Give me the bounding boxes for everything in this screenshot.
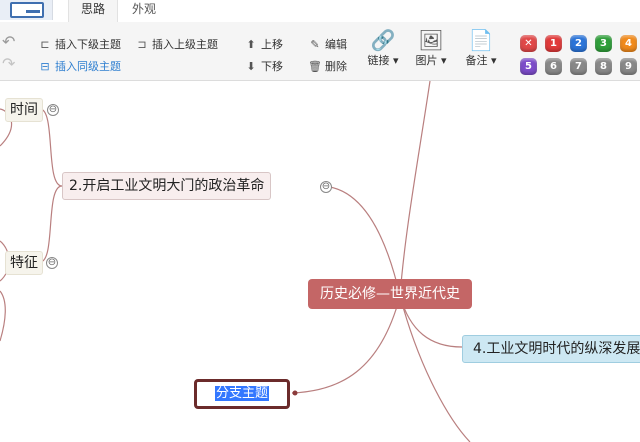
- image-icon: 🖼: [418, 28, 444, 52]
- root-topic[interactable]: 历史必修—世界近代史: [308, 279, 472, 309]
- insert-child-icon: ⊏: [40, 37, 50, 51]
- delete-button[interactable]: 🗑 删除: [308, 58, 347, 74]
- app-logo[interactable]: [0, 0, 53, 20]
- priority-icon[interactable]: 9: [620, 58, 637, 75]
- insert-child-button[interactable]: ⊏ 插入下级主题: [38, 36, 121, 52]
- move-down-button[interactable]: ⬇ 下移: [244, 58, 283, 74]
- topic-political-revolution[interactable]: 2.开启工业文明大门的政治革命: [62, 172, 272, 200]
- insert-parent-icon: ⊐: [137, 37, 147, 51]
- image-button[interactable]: 🖼 图片 ▾: [411, 28, 451, 68]
- undo-icon[interactable]: ↶: [2, 32, 15, 51]
- redo-icon[interactable]: ↷: [2, 54, 15, 73]
- connector-new-topic: [291, 295, 401, 394]
- priority-icon[interactable]: 6: [545, 58, 562, 75]
- arrow-up-icon: ⬆: [246, 37, 256, 51]
- collapse-icon[interactable]: ⊖: [46, 257, 58, 269]
- collapse-icon[interactable]: ⊖: [320, 181, 332, 193]
- move-up-button[interactable]: ⬆ 上移: [244, 36, 283, 52]
- collapse-icon[interactable]: ⊖: [47, 104, 59, 116]
- priority-icon[interactable]: 4: [620, 35, 637, 52]
- connector-side-time: [39, 108, 63, 187]
- trash-icon: 🗑: [308, 59, 322, 73]
- connector-side-feature: [39, 185, 63, 263]
- priority-icon[interactable]: 5: [520, 58, 537, 75]
- connection-lines: [0, 81, 471, 442]
- arrow-down-icon: ⬇: [246, 59, 256, 73]
- side-node-feature[interactable]: 特征: [5, 251, 43, 275]
- insert-sibling-button[interactable]: ⊟ 插入同级主题: [38, 58, 121, 74]
- insert-sibling-icon: ⊟: [40, 59, 50, 73]
- priority-icon[interactable]: 1: [545, 35, 562, 52]
- note-button[interactable]: 📄 备注 ▾: [461, 28, 501, 68]
- link-button[interactable]: 🔗 链接 ▾: [363, 28, 403, 68]
- side-node-time[interactable]: 时间: [5, 98, 43, 122]
- link-icon: 🔗: [370, 28, 396, 52]
- new-topic-anchor: [292, 390, 298, 396]
- note-icon: 📄: [468, 28, 494, 52]
- edit-icon: ✎: [310, 37, 320, 51]
- connector-bottom: [399, 295, 471, 442]
- toolbar: ↶ ↷ ⊏ 插入下级主题 ⊐ 插入上级主题 ⊟ 插入同级主题 ⬆ 上移 ⬇ 下移…: [0, 22, 640, 81]
- edit-button[interactable]: ✎ 编辑: [308, 36, 347, 52]
- new-topic-text[interactable]: 分支主题: [214, 386, 269, 401]
- topic-industrial-development[interactable]: 4.工业文明时代的纵深发展: [462, 335, 640, 363]
- priority-icon[interactable]: 8: [595, 58, 612, 75]
- connector-left-edge-3: [0, 290, 6, 342]
- priority-icon[interactable]: 3: [595, 35, 612, 52]
- priority-icon[interactable]: 2: [570, 35, 587, 52]
- priority-icon[interactable]: 7: [570, 58, 587, 75]
- insert-parent-button[interactable]: ⊐ 插入上级主题: [135, 36, 218, 52]
- connector-top: [399, 81, 431, 297]
- tab-appearance[interactable]: 外观: [120, 0, 168, 22]
- remove-priority-icon[interactable]: ✕: [520, 35, 537, 52]
- new-topic-editor[interactable]: 分支主题: [194, 379, 290, 409]
- mindmap-canvas[interactable]: 时间 ⊖ 特征 ⊖ 2.开启工业文明大门的政治革命 ⊖ 历史必修—世界近代史 4…: [0, 81, 640, 442]
- top-bar: 思路 外观: [0, 0, 640, 23]
- tab-idea[interactable]: 思路: [68, 0, 118, 22]
